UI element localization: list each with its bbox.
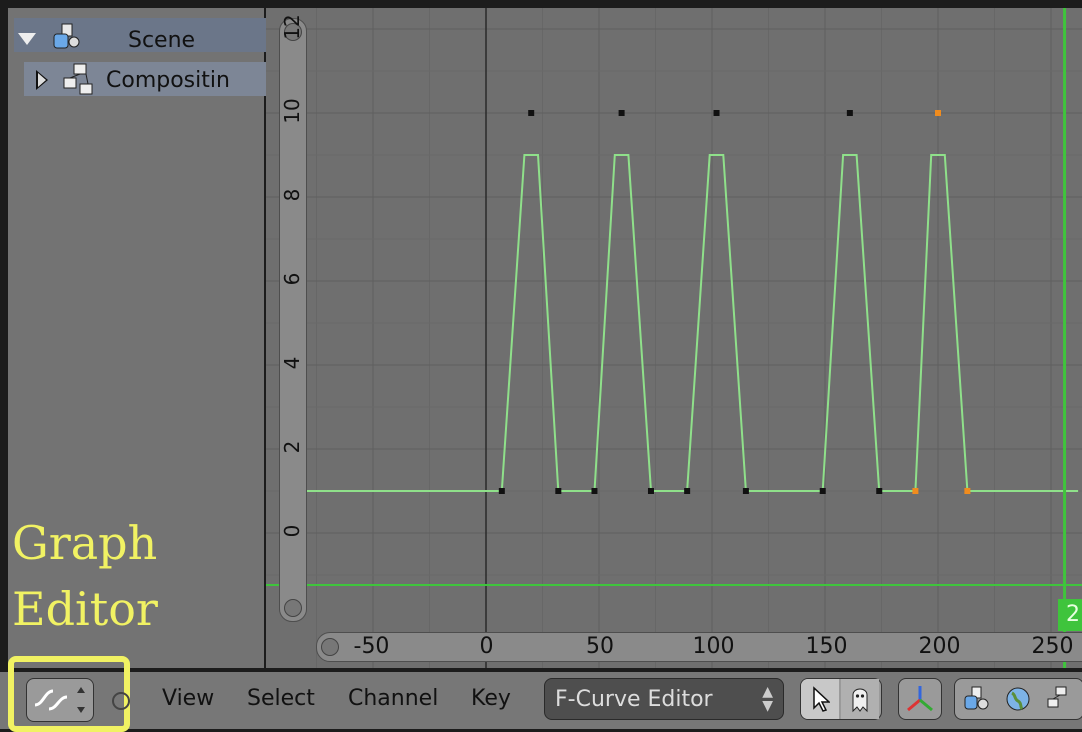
keyframe-point[interactable] (935, 110, 941, 116)
node-tree-icon (63, 63, 93, 95)
y-tick-label: 12 (280, 14, 304, 40)
node-tree-icon[interactable] (1041, 679, 1079, 719)
tool-group-filters (954, 678, 1082, 720)
x-tick-label: -50 (353, 634, 390, 659)
keyframe-point[interactable] (912, 488, 919, 494)
y-tick-label: 0 (280, 524, 304, 538)
keyframe-point[interactable] (498, 488, 505, 494)
menu-key[interactable]: Key (471, 686, 511, 711)
keyframe-point[interactable] (742, 488, 749, 494)
cursor-select-icon[interactable] (801, 679, 839, 719)
y-tick-label: 8 (280, 188, 304, 202)
keyframe-point[interactable] (846, 110, 853, 116)
tool-group-pivot (898, 678, 942, 720)
keyframe-point[interactable] (528, 110, 535, 116)
keyframe-point[interactable] (713, 110, 720, 116)
tool-group-view (800, 678, 882, 720)
scroll-knob-left[interactable] (321, 638, 339, 656)
keyframe-point[interactable] (618, 110, 625, 116)
annotation-graph: Graph (12, 516, 158, 570)
ghost-curve-icon[interactable] (841, 679, 879, 719)
y-tick-label: 4 (280, 356, 304, 370)
collapse-menu-icon[interactable] (112, 692, 130, 710)
menu-select[interactable]: Select (247, 686, 315, 711)
keyframe-point[interactable] (876, 488, 883, 494)
x-tick-label: 150 (805, 634, 848, 659)
x-tick-label: 100 (692, 634, 735, 659)
x-tick-label: 250 (1031, 634, 1074, 659)
y-tick-label: 2 (280, 440, 304, 454)
x-tick-label: 50 (586, 634, 614, 659)
keyframe-point[interactable] (591, 488, 598, 494)
outliner-item-label: Compositin (106, 68, 230, 93)
x-tick-label: 0 (479, 634, 494, 659)
expand-right-icon[interactable] (36, 70, 48, 90)
dropdown-arrows-icon: ▲ ▼ (762, 684, 773, 714)
current-frame-badge[interactable]: 2 (1058, 599, 1082, 631)
mode-select[interactable]: F-Curve Editor ▲ ▼ (544, 678, 784, 720)
y-tick-label: 6 (280, 272, 304, 286)
scene-icon[interactable] (957, 679, 995, 719)
keyframe-point[interactable] (555, 488, 562, 494)
keyframe-point[interactable] (964, 488, 971, 494)
menu-channel[interactable]: Channel (348, 686, 438, 711)
x-tick-label: 200 (918, 634, 961, 659)
y-tick-label: 10 (280, 98, 304, 124)
scroll-knob-bottom[interactable] (284, 599, 302, 617)
annotation-editor: Editor (12, 582, 158, 636)
keyframe-point[interactable] (819, 488, 826, 494)
keyframe-point[interactable] (647, 488, 654, 494)
world-icon[interactable] (999, 679, 1037, 719)
editor-type-highlight (8, 656, 130, 732)
graph-canvas[interactable] (266, 8, 1082, 668)
keyframe-point[interactable] (684, 488, 691, 494)
scene-icon (53, 23, 80, 49)
mode-select-value: F-Curve Editor (555, 687, 713, 712)
expand-down-icon[interactable] (18, 33, 36, 45)
menu-view[interactable]: View (162, 686, 214, 711)
graph-canvas-area[interactable] (266, 8, 1082, 668)
transform-axes-icon[interactable] (901, 679, 939, 719)
outliner-item-label: Scene (128, 28, 196, 53)
